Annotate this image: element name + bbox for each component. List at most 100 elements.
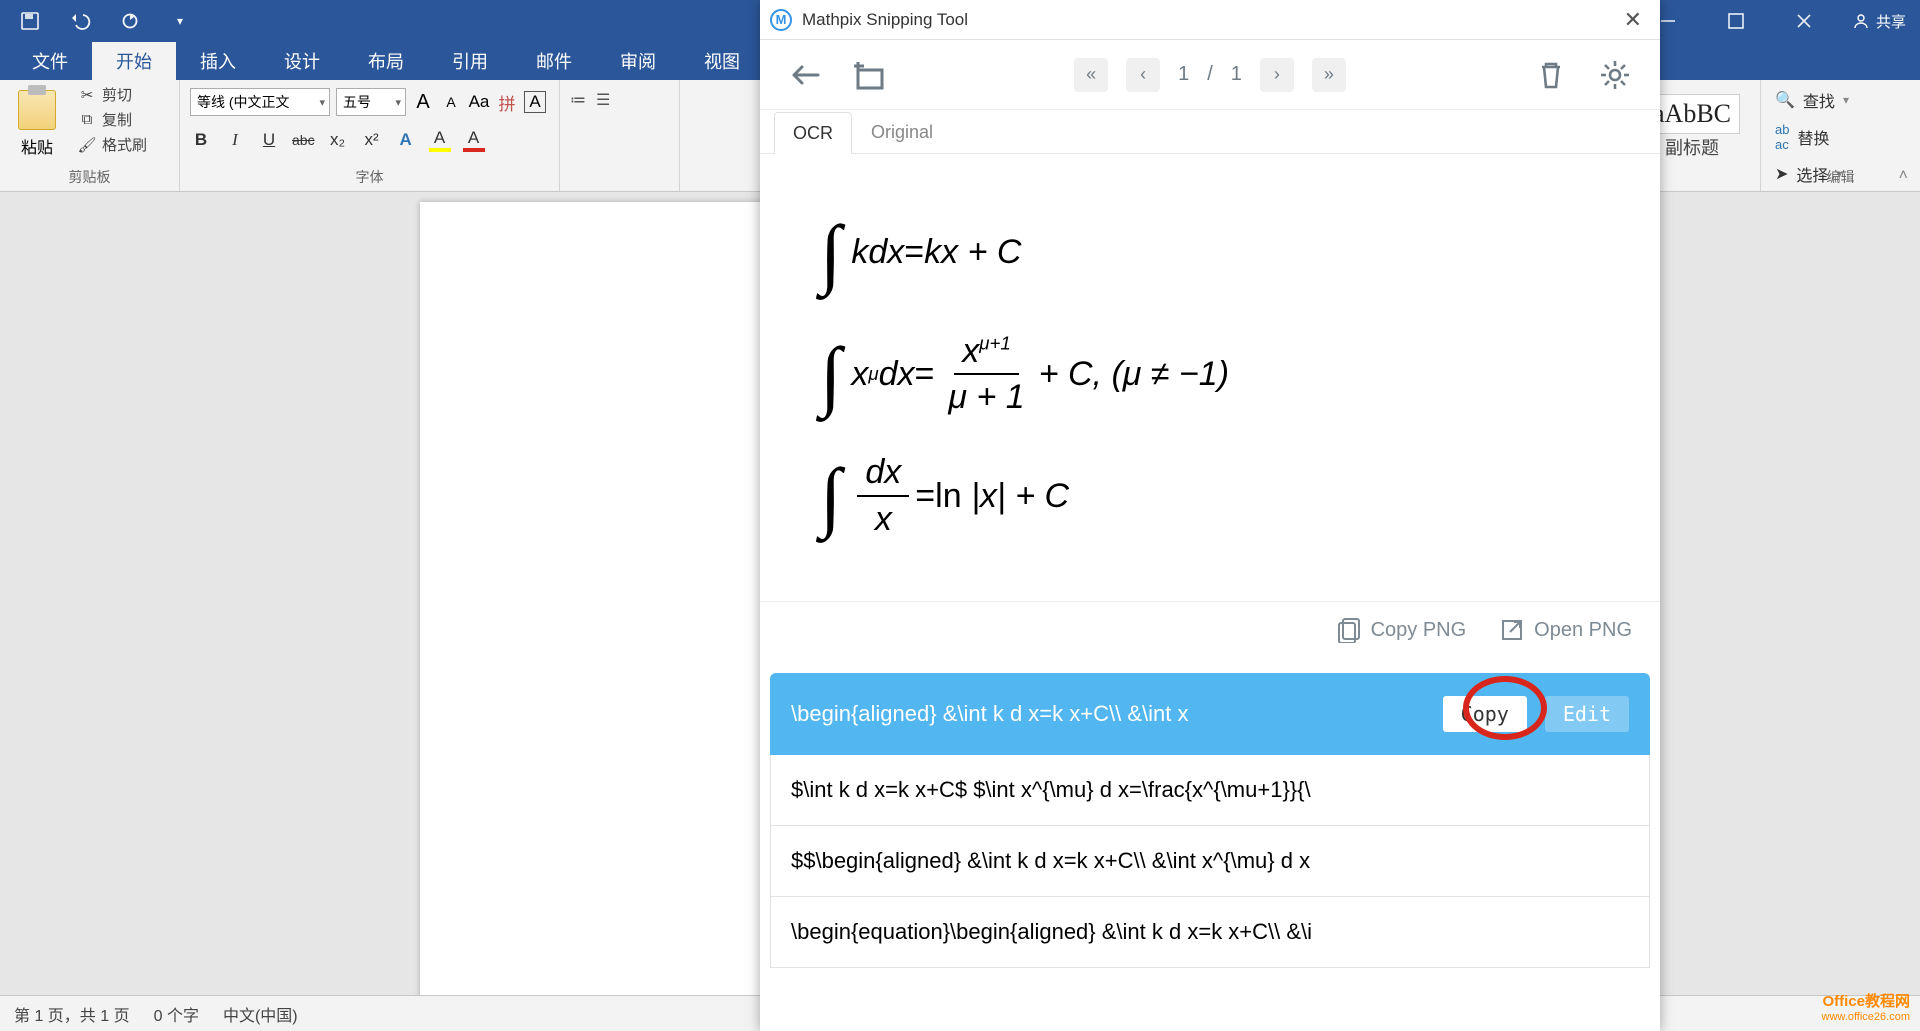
strike-button[interactable]: abc: [292, 132, 315, 148]
equation-3: ∫ dx x = ln |x| + C: [820, 449, 1600, 543]
page-total: 1: [1231, 63, 1242, 86]
group-label-editing: 编辑: [1761, 167, 1920, 187]
ocr-result-canvas: ∫ kdx = kx + C ∫ xμ dx = xμ+1 μ + 1 + C,…: [760, 154, 1660, 601]
font-color-button[interactable]: A: [463, 128, 485, 152]
status-words[interactable]: 0 个字: [154, 1002, 199, 1026]
copy-button[interactable]: ⧉复制: [78, 109, 147, 130]
gear-icon[interactable]: [1594, 54, 1636, 96]
replace-button[interactable]: abac替换: [1775, 122, 1910, 152]
phonetic-guide-button[interactable]: 拼: [496, 90, 518, 115]
page-last-icon[interactable]: »: [1312, 58, 1346, 92]
highlight-button[interactable]: A: [429, 128, 451, 152]
output-row[interactable]: $\int k d x=k x+C$ $\int x^{\mu} d x=\fr…: [770, 755, 1650, 826]
undo-icon[interactable]: [68, 9, 92, 33]
status-language[interactable]: 中文(中国): [223, 1002, 298, 1026]
mathpix-toolbar: « ‹ 1 / 1 › »: [760, 40, 1660, 110]
share-label: 共享: [1876, 11, 1906, 32]
output-text: \begin{equation}\begin{aligned} &\int k …: [791, 919, 1312, 944]
image-actions: Copy PNG Open PNG: [760, 601, 1660, 659]
edit-button[interactable]: Edit: [1545, 696, 1629, 732]
qat-dropdown-icon[interactable]: ▾: [168, 9, 192, 33]
mathpix-title: Mathpix Snipping Tool: [802, 10, 968, 30]
tab-ocr[interactable]: OCR: [774, 112, 852, 154]
scissors-icon: ✂: [78, 86, 96, 104]
group-label-font: 字体: [180, 167, 559, 187]
status-page[interactable]: 第 1 页，共 1 页: [14, 1002, 130, 1026]
close-icon[interactable]: [1770, 0, 1838, 42]
tab-review[interactable]: 审阅: [596, 42, 680, 80]
pager: « ‹ 1 / 1 › »: [1074, 58, 1346, 92]
italic-button[interactable]: I: [224, 130, 246, 150]
underline-button[interactable]: U: [258, 130, 280, 150]
mathpix-titlebar: M Mathpix Snipping Tool ✕: [760, 0, 1660, 40]
bold-button[interactable]: B: [190, 130, 212, 150]
cut-button[interactable]: ✂剪切: [78, 84, 147, 105]
output-row-primary[interactable]: \begin{aligned} &\int k d x=k x+C\\ &\in…: [770, 673, 1650, 755]
tab-file[interactable]: 文件: [8, 42, 92, 80]
equation-2: ∫ xμ dx = xμ+1 μ + 1 + C, (μ ≠ −1): [820, 328, 1600, 422]
tab-home[interactable]: 开始: [92, 42, 176, 80]
page-current: 1: [1178, 63, 1189, 86]
replace-icon: abac: [1775, 122, 1789, 152]
paste-button[interactable]: 粘贴: [10, 84, 64, 158]
copy-png-button[interactable]: Copy PNG: [1337, 617, 1467, 643]
output-row[interactable]: \begin{equation}\begin{aligned} &\int k …: [770, 897, 1650, 968]
group-font: 等线 (中文正文 五号 A A Aa 拼 A B I U abc x₂ x² A…: [180, 80, 560, 191]
superscript-button[interactable]: x²: [361, 130, 383, 150]
group-paragraph: ≔ ☰: [560, 80, 680, 191]
bullets-icon[interactable]: ≔: [570, 90, 586, 110]
numbering-icon[interactable]: ☰: [596, 90, 610, 110]
open-png-button[interactable]: Open PNG: [1500, 618, 1632, 642]
mathpix-logo-icon: M: [770, 9, 792, 31]
shrink-font-button[interactable]: A: [440, 94, 462, 110]
tab-references[interactable]: 引用: [428, 42, 512, 80]
font-size-combo[interactable]: 五号: [336, 88, 406, 116]
share-button[interactable]: 共享: [1838, 11, 1920, 32]
tab-view[interactable]: 视图: [680, 42, 764, 80]
format-painter-button[interactable]: 🖌格式刷: [78, 134, 147, 155]
subscript-button[interactable]: x₂: [327, 130, 349, 150]
tab-original[interactable]: Original: [852, 111, 952, 153]
page-prev-icon[interactable]: ‹: [1126, 58, 1160, 92]
save-icon[interactable]: [18, 9, 42, 33]
collapse-ribbon-icon[interactable]: ˄: [1899, 167, 1908, 185]
mathpix-tabs: OCR Original: [760, 110, 1660, 154]
char-border-button[interactable]: A: [524, 91, 546, 113]
tab-insert[interactable]: 插入: [176, 42, 260, 80]
integral-icon: ∫: [820, 328, 841, 422]
quick-access-toolbar: ▾: [0, 9, 210, 33]
tab-mailings[interactable]: 邮件: [512, 42, 596, 80]
mathpix-close-icon[interactable]: ✕: [1616, 7, 1650, 33]
find-button[interactable]: 🔍查找▾: [1775, 88, 1910, 112]
brush-icon: 🖌: [78, 136, 96, 154]
integral-icon: ∫: [820, 206, 841, 300]
equation-1: ∫ kdx = kx + C: [820, 206, 1600, 300]
output-text: $$\begin{aligned} &\int k d x=k x+C\\ &\…: [791, 848, 1310, 873]
paste-label: 粘贴: [21, 134, 53, 158]
style-label: 副标题: [1651, 134, 1733, 160]
page-first-icon[interactable]: «: [1074, 58, 1108, 92]
trash-icon[interactable]: [1530, 54, 1572, 96]
font-family-combo[interactable]: 等线 (中文正文: [190, 88, 330, 116]
tab-layout[interactable]: 布局: [344, 42, 428, 80]
copy-button[interactable]: Copy: [1443, 696, 1527, 732]
integral-icon: ∫: [820, 449, 841, 543]
redo-icon[interactable]: [118, 9, 142, 33]
search-icon: 🔍: [1775, 90, 1795, 110]
group-clipboard: 粘贴 ✂剪切 ⧉复制 🖌格式刷 剪贴板: [0, 80, 180, 191]
change-case-button[interactable]: Aa: [468, 92, 490, 112]
page-sep: /: [1207, 63, 1213, 86]
latex-outputs: \begin{aligned} &\int k d x=k x+C\\ &\in…: [760, 659, 1660, 968]
page-next-icon[interactable]: ›: [1260, 58, 1294, 92]
output-text: $\int k d x=k x+C$ $\int x^{\mu} d x=\fr…: [791, 777, 1311, 802]
grow-font-button[interactable]: A: [412, 91, 434, 114]
tab-design[interactable]: 设计: [260, 42, 344, 80]
output-row[interactable]: $$\begin{aligned} &\int k d x=k x+C\\ &\…: [770, 826, 1650, 897]
output-text: \begin{aligned} &\int k d x=k x+C\\ &\in…: [791, 701, 1188, 727]
text-effects-button[interactable]: A: [395, 130, 417, 150]
copy-icon: ⧉: [78, 111, 96, 129]
maximize-icon[interactable]: [1702, 0, 1770, 42]
screenshot-icon[interactable]: [848, 54, 890, 96]
paste-icon: [18, 90, 56, 130]
back-icon[interactable]: [784, 54, 826, 96]
